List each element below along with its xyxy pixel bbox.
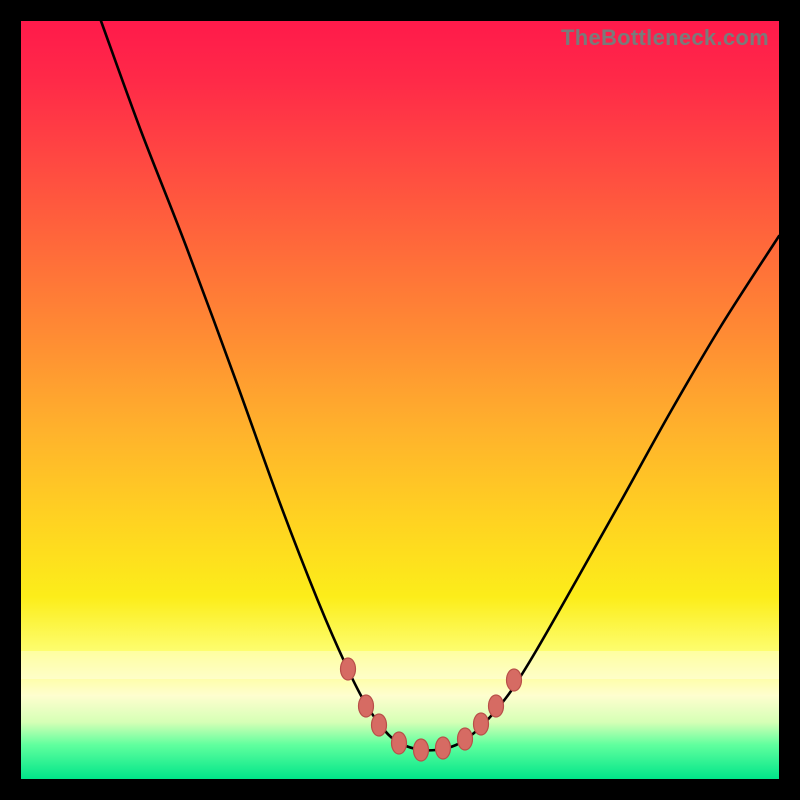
curve-marker xyxy=(359,695,374,717)
curve-marker xyxy=(436,737,451,759)
curve-marker xyxy=(372,714,387,736)
curve-marker xyxy=(392,732,407,754)
chart-frame: TheBottleneck.com xyxy=(0,0,800,800)
curve-marker xyxy=(458,728,473,750)
curve-marker xyxy=(489,695,504,717)
chart-plot-area: TheBottleneck.com xyxy=(21,21,779,779)
chart-svg xyxy=(21,21,779,779)
curve-marker xyxy=(507,669,522,691)
curve-marker xyxy=(341,658,356,680)
bottleneck-curve xyxy=(101,21,779,750)
watermark-text: TheBottleneck.com xyxy=(561,25,769,51)
curve-marker xyxy=(474,713,489,735)
curve-marker xyxy=(414,739,429,761)
curve-markers xyxy=(341,658,522,761)
